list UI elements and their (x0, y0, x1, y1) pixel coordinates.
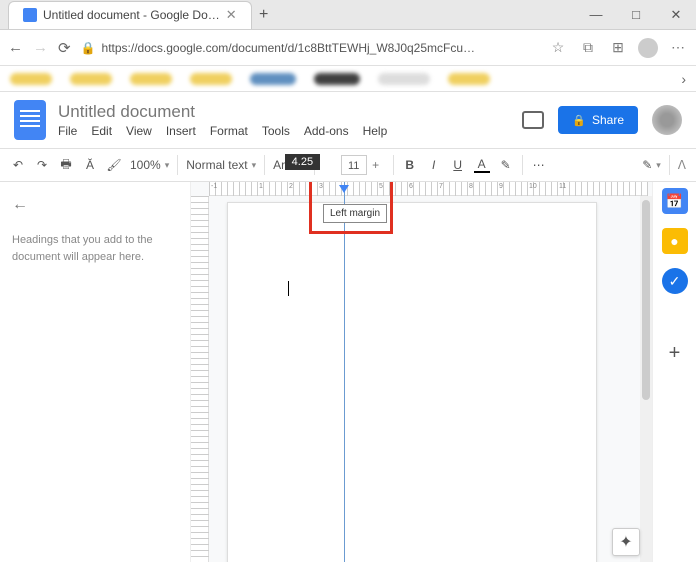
profile-avatar[interactable] (638, 38, 658, 58)
margin-tooltip: Left margin (323, 204, 387, 223)
explore-button[interactable]: ✦ (612, 528, 640, 556)
favorite-icon[interactable]: ☆ (548, 39, 568, 56)
menu-addons[interactable]: Add-ons (304, 124, 349, 138)
forward-button[interactable]: → (33, 39, 48, 56)
bookmark-item[interactable] (448, 73, 490, 85)
reading-list-icon[interactable]: ⧉ (578, 39, 598, 56)
spellcheck-button[interactable]: Ă (82, 158, 98, 172)
workspace: ← Headings that you add to the document … (0, 182, 696, 562)
more-tools-button[interactable]: ⋯ (531, 158, 547, 172)
close-tab-icon[interactable]: ✕ (226, 7, 237, 23)
font-size-input[interactable]: 11 (341, 155, 367, 175)
browser-tab[interactable]: Untitled document - Google Do… ✕ (8, 1, 252, 29)
close-window-button[interactable]: ✕ (656, 7, 696, 23)
redo-button[interactable]: ↷ (34, 158, 50, 172)
docs-header: Untitled document File Edit View Insert … (0, 92, 696, 148)
new-tab-button[interactable]: + (252, 6, 276, 24)
refresh-button[interactable]: ⟳ (58, 39, 71, 57)
outline-placeholder: Headings that you add to the document wi… (12, 232, 178, 265)
vertical-ruler[interactable] (191, 196, 209, 562)
document-canvas[interactable]: -1 1 2 3 5 6 7 8 9 10 11 Left margin (190, 182, 652, 562)
maximize-button[interactable]: □ (616, 7, 656, 23)
bookmarks-overflow[interactable]: › (681, 71, 686, 87)
lock-icon: 🔒 (81, 41, 96, 55)
bookmarks-bar: › (0, 66, 696, 92)
menu-insert[interactable]: Insert (166, 124, 196, 138)
collapse-toolbar-button[interactable]: ᐱ (678, 158, 686, 172)
bookmark-item[interactable] (130, 73, 172, 85)
scrollbar-thumb[interactable] (642, 200, 650, 400)
url-text: https://docs.google.com/document/d/1c8Bt… (102, 41, 476, 55)
menu-tools[interactable]: Tools (262, 124, 290, 138)
undo-button[interactable]: ↶ (10, 158, 26, 172)
horizontal-ruler[interactable]: -1 1 2 3 5 6 7 8 9 10 11 (209, 182, 648, 196)
print-button[interactable]: 🖶 (58, 155, 74, 176)
keep-icon[interactable]: ● (662, 228, 688, 254)
docs-logo-icon[interactable] (14, 100, 46, 140)
window-controls: — □ ✕ (576, 7, 696, 23)
url-field[interactable]: 🔒 https://docs.google.com/document/d/1c8… (81, 41, 538, 55)
bold-button[interactable]: B (402, 158, 418, 172)
menu-edit[interactable]: Edit (91, 124, 112, 138)
window-titlebar: Untitled document - Google Do… ✕ + — □ ✕ (0, 0, 696, 30)
menu-bar: File Edit View Insert Format Tools Add-o… (58, 124, 387, 138)
tasks-icon[interactable]: ✓ (662, 268, 688, 294)
add-addon-button[interactable]: + (669, 342, 681, 365)
account-avatar[interactable] (652, 105, 682, 135)
bookmark-item[interactable] (10, 73, 52, 85)
left-margin-marker[interactable] (339, 185, 349, 193)
address-bar: ← → ⟳ 🔒 https://docs.google.com/document… (0, 30, 696, 66)
tab-title: Untitled document - Google Do… (43, 8, 220, 22)
editing-mode-dropdown[interactable] (642, 158, 661, 172)
browser-menu-icon[interactable]: ⋯ (668, 39, 688, 56)
bookmark-item[interactable] (314, 73, 360, 85)
italic-button[interactable]: I (426, 158, 442, 172)
highlight-button[interactable]: ✎ (498, 158, 514, 172)
back-button[interactable]: ← (8, 39, 23, 56)
underline-button[interactable]: U (450, 158, 466, 172)
menu-help[interactable]: Help (363, 124, 388, 138)
text-color-button[interactable]: A (474, 157, 490, 173)
document-title[interactable]: Untitled document (58, 102, 387, 122)
bookmark-item[interactable] (190, 73, 232, 85)
comments-icon[interactable] (522, 111, 544, 129)
outline-panel: ← Headings that you add to the document … (0, 182, 190, 562)
side-panel: 📅 ● ✓ + (652, 182, 696, 562)
document-page[interactable] (227, 202, 597, 562)
zoom-dropdown[interactable]: 100% (130, 158, 169, 172)
menu-view[interactable]: View (126, 124, 152, 138)
paragraph-style-dropdown[interactable]: Normal text (186, 158, 256, 172)
margin-guide-line (344, 182, 345, 562)
increase-font-button[interactable]: + (367, 158, 385, 172)
collections-icon[interactable]: ⊞ (608, 39, 628, 56)
vertical-scrollbar[interactable] (640, 196, 652, 562)
margin-value-tooltip: 4.25 (285, 154, 320, 170)
formatting-toolbar: ↶ ↷ 🖶 Ă 🖌 100% Normal text Arial 4.25 − … (0, 148, 696, 182)
docs-favicon (23, 8, 37, 22)
bookmark-item[interactable] (70, 73, 112, 85)
minimize-button[interactable]: — (576, 7, 616, 23)
menu-file[interactable]: File (58, 124, 77, 138)
bookmark-item[interactable] (250, 73, 296, 85)
paint-format-button[interactable]: 🖌 (106, 158, 122, 172)
share-button[interactable]: Share (558, 106, 638, 134)
calendar-icon[interactable]: 📅 (662, 188, 688, 214)
menu-format[interactable]: Format (210, 124, 248, 138)
outline-close-icon[interactable]: ← (12, 196, 178, 214)
text-cursor (288, 281, 289, 296)
bookmark-item[interactable] (378, 73, 430, 85)
